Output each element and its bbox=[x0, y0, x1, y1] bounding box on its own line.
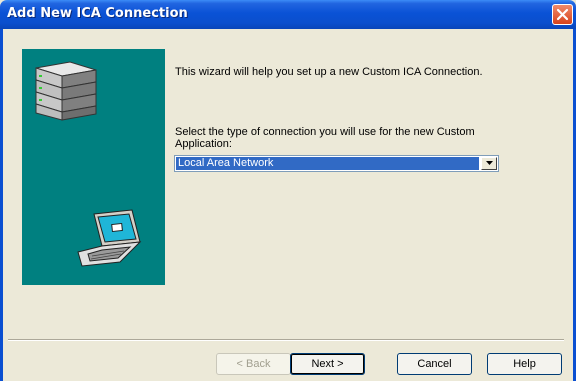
server-stack-icon bbox=[35, 61, 97, 121]
next-button[interactable]: Next > bbox=[290, 353, 365, 375]
button-divider bbox=[8, 339, 564, 341]
wizard-window: Add New ICA Connection This wizard will … bbox=[0, 0, 576, 381]
connection-type-dropdown[interactable]: Local Area Network bbox=[174, 155, 499, 172]
help-button[interactable]: Help bbox=[487, 353, 562, 375]
close-button[interactable] bbox=[552, 4, 573, 25]
back-button[interactable]: < Back bbox=[216, 353, 291, 375]
dropdown-arrow-icon bbox=[486, 161, 493, 165]
close-icon bbox=[556, 8, 569, 21]
connection-type-label: Select the type of connection you will u… bbox=[175, 126, 475, 150]
cancel-button[interactable]: Cancel bbox=[397, 353, 472, 375]
title-bar[interactable]: Add New ICA Connection bbox=[0, 0, 576, 29]
window-title: Add New ICA Connection bbox=[7, 6, 188, 21]
window-frame-left bbox=[0, 29, 3, 381]
intro-text: This wizard will help you set up a new C… bbox=[175, 66, 483, 78]
laptop-icon bbox=[77, 209, 142, 267]
connection-type-value: Local Area Network bbox=[176, 157, 479, 170]
dropdown-arrow-button[interactable] bbox=[481, 157, 497, 170]
